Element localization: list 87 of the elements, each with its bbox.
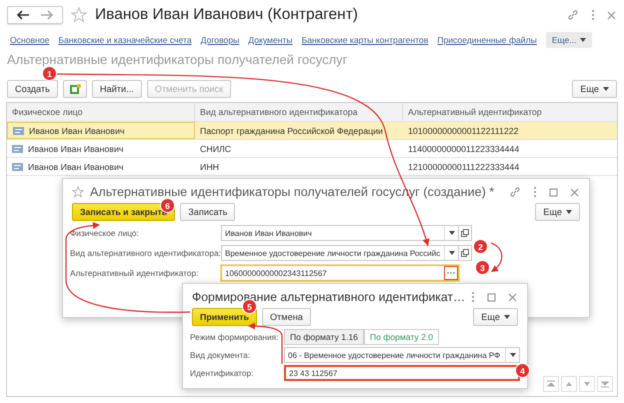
section-title: Альтернативные идентификаторы получателей госуслуг (7, 52, 348, 67)
table-row[interactable]: Иванов Иван Иванович ИНН 12100000000111222333444 (7, 158, 617, 176)
field-label: Физическое лицо: (70, 228, 140, 238)
maximize-icon[interactable] (487, 292, 496, 302)
close-icon[interactable] (607, 10, 616, 20)
choose-button[interactable] (444, 266, 458, 280)
star-icon[interactable] (72, 186, 84, 198)
caret-icon (504, 315, 510, 319)
nav-link[interactable]: Присоединенные файлы (437, 35, 537, 45)
close-icon[interactable] (508, 292, 518, 302)
back-icon[interactable] (16, 10, 30, 20)
input-field[interactable]: 06 - Временное удостоверение личности гражданина РФ (284, 347, 520, 363)
caret-icon (566, 210, 572, 214)
more-button[interactable]: Еще (473, 308, 518, 326)
id-card-icon (12, 144, 23, 152)
scroll-up-icon[interactable] (561, 376, 577, 392)
toolbar-button[interactable]: Найти... (92, 80, 142, 98)
id-card-icon (12, 162, 23, 170)
more-button[interactable]: Еще (572, 80, 617, 98)
column-header: Альтернативный идентификатор (407, 106, 543, 119)
table-cell-text: 12100000000111222333444 (407, 160, 520, 174)
nav-link[interactable]: Документы (248, 35, 293, 45)
caret-icon (510, 353, 516, 357)
step-badge: 5 (243, 300, 256, 313)
star-icon[interactable] (71, 7, 87, 23)
input-field[interactable]: Иванов Иван Иванович (221, 225, 459, 241)
more-button[interactable]: Еще (535, 203, 580, 221)
windows-icon (461, 229, 469, 237)
more-icon[interactable] (591, 9, 595, 21)
more-icon[interactable] (471, 291, 476, 303)
caret-icon (603, 87, 609, 91)
caret-icon (448, 251, 454, 255)
field-label: Режим формирования: (190, 332, 280, 342)
dropdown-button[interactable] (444, 226, 458, 240)
nav-link[interactable]: Банковские и казначейские счета (58, 35, 192, 45)
mode-toggle[interactable]: По формату 1.16 (284, 329, 364, 345)
step-badge: 1 (43, 67, 56, 80)
input-field[interactable]: 23 43 112567 (284, 365, 520, 381)
scroll-down-icon[interactable] (579, 376, 595, 392)
caret-icon (580, 38, 586, 42)
nav-link[interactable]: Банковские карты контрагентов (302, 35, 428, 45)
nav-link[interactable]: Договоры (200, 35, 240, 45)
open-button[interactable] (459, 245, 472, 261)
table-cell: Иванов Иван Иванович (28, 162, 124, 172)
dropdown-button[interactable] (505, 348, 519, 362)
table-cell-text: 11400000000011223334444 (407, 142, 520, 156)
step-badge: 6 (161, 199, 174, 212)
link-icon[interactable] (509, 186, 521, 198)
step-badge: 4 (516, 364, 529, 377)
column-header: Вид альтернативного идентификатора (195, 103, 403, 121)
table-row[interactable]: Иванов Иван Иванович СНИЛС 11400000000011223334444 (7, 140, 617, 158)
dropdown-button[interactable] (444, 246, 458, 260)
input-field[interactable]: Временное удостоверение личности гражданина Российс (221, 245, 459, 261)
input-field[interactable]: 10600000000002343112567 (221, 265, 459, 281)
dialog-button[interactable]: Записать (180, 203, 236, 221)
link-icon[interactable] (567, 9, 579, 21)
scroll-top-icon[interactable] (543, 376, 559, 392)
window-title: Иванов Иван Иванович (Контрагент) (95, 6, 358, 24)
forward-icon[interactable] (40, 10, 54, 20)
open-button[interactable] (459, 225, 472, 241)
more-icon[interactable] (533, 186, 537, 198)
table-cell-text: ИНН (199, 160, 220, 174)
table-cell-text: Паспорт гражданина Российской Федерации (199, 124, 384, 138)
table-cell: Иванов Иван Иванович (28, 144, 124, 154)
field-label: Вид альтернативного идентификатора: (70, 248, 221, 258)
table-row[interactable]: Иванов Иван Иванович Паспорт гражданина Российской Федерации 10100000000001122111222 (7, 122, 617, 140)
nav-link[interactable]: Основное (10, 35, 50, 45)
id-card-icon (13, 126, 24, 134)
close-icon[interactable] (570, 188, 579, 196)
field-label: Вид документа: (190, 350, 252, 360)
maximize-icon[interactable] (549, 188, 558, 196)
mode-toggle[interactable]: По формату 2.0 (364, 329, 440, 345)
field-label: Альтернативный идентификатор: (70, 268, 200, 278)
step-badge: 2 (474, 240, 487, 253)
table-cell-text: 10100000000001122111222 (407, 124, 520, 138)
scroll-bottom-icon[interactable] (597, 376, 613, 392)
caret-icon (448, 231, 454, 235)
table-cell: Иванов Иван Иванович (29, 126, 124, 136)
column-header: Физическое лицо (7, 103, 195, 121)
annotation-arrow (490, 242, 502, 272)
toolbar-button[interactable]: Создать (7, 80, 58, 98)
table-cell-text: СНИЛС (199, 142, 232, 156)
more-menu-button[interactable]: Еще... (546, 32, 592, 48)
field-label: Идентификатор: (190, 368, 254, 378)
dialog-button[interactable]: Отмена (262, 308, 311, 326)
windows-icon (461, 249, 469, 257)
step-badge: 3 (476, 261, 489, 274)
